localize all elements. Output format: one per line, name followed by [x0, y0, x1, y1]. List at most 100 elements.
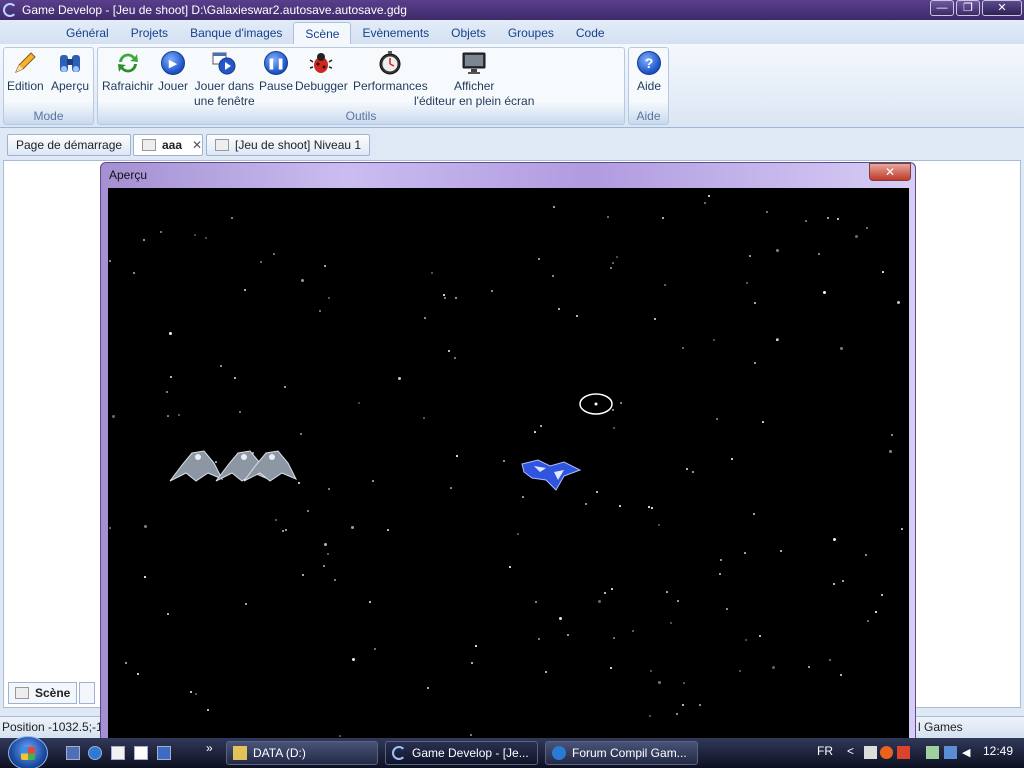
- internet-explorer-icon[interactable]: [88, 746, 102, 760]
- document-icon[interactable]: [134, 746, 148, 760]
- aide-button[interactable]: ? Aide: [636, 50, 662, 94]
- close-button[interactable]: ✕: [982, 0, 1022, 16]
- tray-alert-icon[interactable]: [897, 746, 910, 759]
- star: [302, 574, 304, 576]
- tray-antivirus-icon[interactable]: [880, 746, 893, 759]
- group-label-outils: Outils: [345, 109, 377, 123]
- language-indicator[interactable]: FR: [817, 744, 833, 758]
- star: [374, 648, 376, 650]
- group-aide: ? Aide Aide: [628, 47, 669, 125]
- star: [284, 386, 286, 388]
- star: [220, 365, 222, 367]
- tab-layers[interactable]: [79, 682, 96, 704]
- star: [753, 513, 755, 515]
- notepad-icon[interactable]: [111, 746, 125, 760]
- close-tab-icon[interactable]: ✕: [192, 138, 202, 152]
- star: [867, 620, 869, 622]
- star: [682, 347, 684, 349]
- debugger-button[interactable]: Debugger: [295, 50, 348, 94]
- apercu-button[interactable]: Aperçu: [51, 50, 89, 94]
- tab-projets[interactable]: Projets: [120, 22, 179, 44]
- star: [759, 635, 761, 637]
- star: [585, 503, 587, 505]
- star: [699, 704, 701, 706]
- edition-button[interactable]: Edition: [7, 50, 44, 94]
- star: [616, 256, 618, 258]
- star: [683, 682, 685, 684]
- tab-general[interactable]: Général: [55, 22, 120, 44]
- preview-window: Aperçu ✕: [100, 162, 916, 743]
- star: [613, 427, 615, 429]
- tab-objets[interactable]: Objets: [440, 22, 497, 44]
- task-data-drive[interactable]: DATA (D:): [226, 741, 378, 765]
- start-button[interactable]: [8, 736, 48, 768]
- star: [352, 658, 355, 661]
- tray-network-icon[interactable]: [944, 746, 957, 759]
- preview-close-button[interactable]: ✕: [869, 163, 911, 181]
- show-desktop-icon[interactable]: [66, 746, 80, 760]
- star: [650, 670, 652, 672]
- tray-expand-icon[interactable]: <: [847, 744, 854, 758]
- task-game-develop[interactable]: Game Develop - [Je...: [385, 741, 538, 765]
- star: [840, 347, 843, 350]
- jouer-button[interactable]: ▶ Jouer: [158, 50, 188, 94]
- task-forum[interactable]: Forum Compil Gam...: [545, 741, 698, 765]
- quicklaunch-overflow-icon[interactable]: »: [206, 741, 213, 755]
- tab-groupes[interactable]: Groupes: [497, 22, 565, 44]
- star: [598, 600, 601, 603]
- window-switcher-icon[interactable]: [157, 746, 171, 760]
- star: [882, 271, 884, 273]
- star: [300, 433, 302, 435]
- tab-aaa[interactable]: aaa ✕: [133, 134, 203, 156]
- star: [833, 583, 835, 585]
- star: [431, 272, 433, 274]
- tab-evenements[interactable]: Evènements: [351, 22, 440, 44]
- star: [829, 659, 831, 661]
- star: [456, 455, 458, 457]
- scene-page-icon: [15, 687, 29, 699]
- star: [658, 681, 661, 684]
- star: [167, 613, 169, 615]
- star: [612, 262, 614, 264]
- star: [143, 239, 145, 241]
- star: [166, 391, 168, 393]
- star: [805, 220, 807, 222]
- tab-banque-images[interactable]: Banque d'images: [179, 22, 293, 44]
- maximize-button[interactable]: ❐: [956, 0, 980, 16]
- star: [534, 431, 536, 433]
- star: [167, 415, 169, 417]
- star: [731, 458, 733, 460]
- star: [387, 529, 389, 531]
- star: [720, 559, 722, 561]
- star: [475, 645, 477, 647]
- fullscreen-editor-button[interactable]: Afficher l'éditeur en plein écran: [414, 50, 534, 109]
- star: [169, 332, 172, 335]
- minimize-button[interactable]: —: [930, 0, 954, 16]
- star: [339, 735, 341, 737]
- star: [754, 362, 756, 364]
- tray-battery-icon[interactable]: [926, 746, 939, 759]
- star: [231, 217, 233, 219]
- star: [772, 666, 775, 669]
- star: [719, 573, 721, 575]
- help-icon: ?: [636, 50, 662, 76]
- rafraichir-button[interactable]: Rafraichir: [102, 50, 153, 94]
- tab-code[interactable]: Code: [565, 22, 616, 44]
- star: [881, 594, 883, 596]
- star: [109, 260, 111, 262]
- jouer-fenetre-button[interactable]: Jouer dans une fenêtre: [194, 50, 255, 109]
- star: [612, 409, 614, 411]
- tab-page-demarrage[interactable]: Page de démarrage: [7, 134, 132, 156]
- tab-scene-bottom[interactable]: Scène: [8, 682, 78, 704]
- tab-scene[interactable]: Scène: [293, 22, 352, 44]
- tab-niveau-1[interactable]: [Jeu de shoot] Niveau 1: [206, 134, 371, 156]
- clock[interactable]: 12:49: [983, 744, 1013, 758]
- volume-icon[interactable]: ◀: [962, 746, 975, 759]
- star: [666, 591, 668, 593]
- document-tab-bar: Page de démarrage aaa ✕ [Jeu de shoot] Ni…: [0, 132, 1024, 160]
- tray-app-icon[interactable]: [864, 746, 877, 759]
- game-canvas[interactable]: [108, 188, 909, 743]
- star: [632, 630, 634, 632]
- pause-icon: ❚❚: [263, 50, 289, 76]
- pause-button[interactable]: ❚❚ Pause: [259, 50, 293, 94]
